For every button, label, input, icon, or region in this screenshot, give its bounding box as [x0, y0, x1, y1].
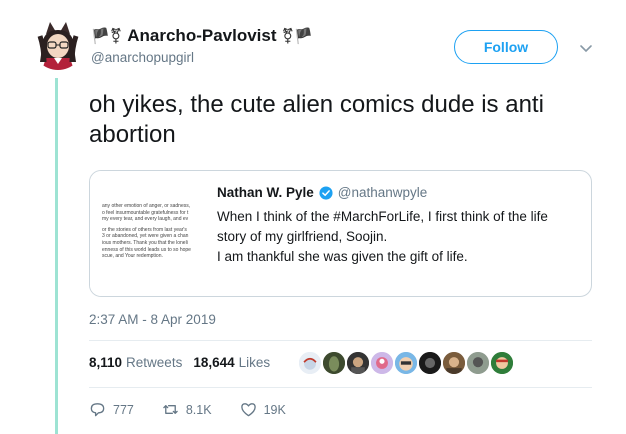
- tweet-text: oh yikes, the cute alien comics dude is …: [89, 91, 544, 148]
- verified-badge-icon: [319, 185, 333, 200]
- divider: [89, 387, 592, 388]
- quoted-tweet-text: When I think of the #MarchForLife, I fir…: [217, 207, 577, 267]
- liker-avatar[interactable]: [465, 350, 491, 376]
- liker-avatar[interactable]: [441, 350, 467, 376]
- retweet-count: 8.1K: [185, 402, 212, 417]
- retweet-action[interactable]: 8.1K: [162, 401, 212, 418]
- author-handle[interactable]: @anarchopupgirl: [91, 50, 194, 65]
- retweet-icon: [163, 405, 178, 414]
- liker-avatar[interactable]: [297, 350, 323, 376]
- divider: [89, 340, 592, 341]
- likes-count: 18,644: [193, 355, 235, 370]
- quoted-author-handle: @nathanwpyle: [337, 185, 428, 200]
- thumb-text-line: or the stories of others from last year'…: [102, 226, 187, 233]
- liker-avatar[interactable]: [489, 350, 515, 376]
- quoted-tweet-header: Nathan W. Pyle @nathanwpyle: [217, 185, 427, 200]
- thumb-text-line: my every tear, and every laugh, and ev: [102, 216, 189, 223]
- liker-avatar[interactable]: [321, 350, 347, 376]
- author-name-row[interactable]: 🏴⚧ Anarcho-Pavlovist ⚧🏴: [91, 26, 313, 46]
- quoted-text-line-2: I am thankful she was given the gift of …: [217, 249, 468, 264]
- liker-avatar[interactable]: [393, 350, 419, 376]
- like-count: 19K: [263, 402, 286, 417]
- reply-count: 777: [113, 402, 134, 417]
- avatar[interactable]: [32, 18, 84, 70]
- likes-stat[interactable]: 18,644 Likes: [193, 355, 270, 370]
- thumb-text-line: o feel insurmountable gratefulness for t: [102, 209, 189, 216]
- avatar-image: [32, 18, 84, 70]
- thumb-text-line: any other emotion of anger, or sadness,: [102, 203, 191, 209]
- retweets-stat[interactable]: 8,110 Retweets: [89, 355, 182, 370]
- reply-action[interactable]: 777: [89, 401, 134, 418]
- author-display-name[interactable]: Anarcho-Pavlovist: [127, 26, 276, 46]
- thumb-text-line: 3 or abandoned, yet were given a chan: [102, 233, 189, 240]
- quoted-tweet-image: any other emotion of anger, or sadness, …: [90, 171, 204, 296]
- flag-trans-suffix-icon: ⚧🏴: [281, 28, 313, 45]
- thumb-text-line: ious mothers. Thank you that the loneli: [102, 239, 188, 246]
- follow-button[interactable]: Follow: [454, 30, 558, 64]
- liker-avatar[interactable]: [345, 350, 371, 376]
- tweet-actions: 777 8.1K 19K: [89, 401, 314, 418]
- like-action[interactable]: 19K: [240, 401, 286, 418]
- engagement-stats: 8,110 Retweets 18,644 Likes: [89, 355, 281, 370]
- liker-avatars: [297, 350, 515, 376]
- quoted-tweet-card[interactable]: any other emotion of anger, or sadness, …: [89, 170, 592, 297]
- liker-avatar[interactable]: [417, 350, 443, 376]
- liker-avatar[interactable]: [369, 350, 395, 376]
- thumb-text-line: scue, and Your redemption.: [102, 253, 163, 260]
- thread-line: [55, 78, 58, 434]
- quoted-text-line-1: When I think of the #MarchForLife, I fir…: [217, 209, 548, 244]
- retweets-count: 8,110: [89, 355, 123, 370]
- likes-label: Likes: [238, 355, 271, 370]
- chevron-down-icon[interactable]: [578, 40, 594, 56]
- thumb-text-line: enness of this world leads us to so hope: [102, 246, 191, 253]
- reply-icon: [90, 403, 105, 417]
- heart-icon: [240, 403, 256, 417]
- retweets-label: Retweets: [126, 355, 183, 370]
- quoted-author-name: Nathan W. Pyle: [217, 185, 314, 200]
- tweet-timestamp[interactable]: 2:37 AM - 8 Apr 2019: [89, 312, 216, 327]
- flag-trans-prefix-icon: 🏴⚧: [91, 28, 123, 45]
